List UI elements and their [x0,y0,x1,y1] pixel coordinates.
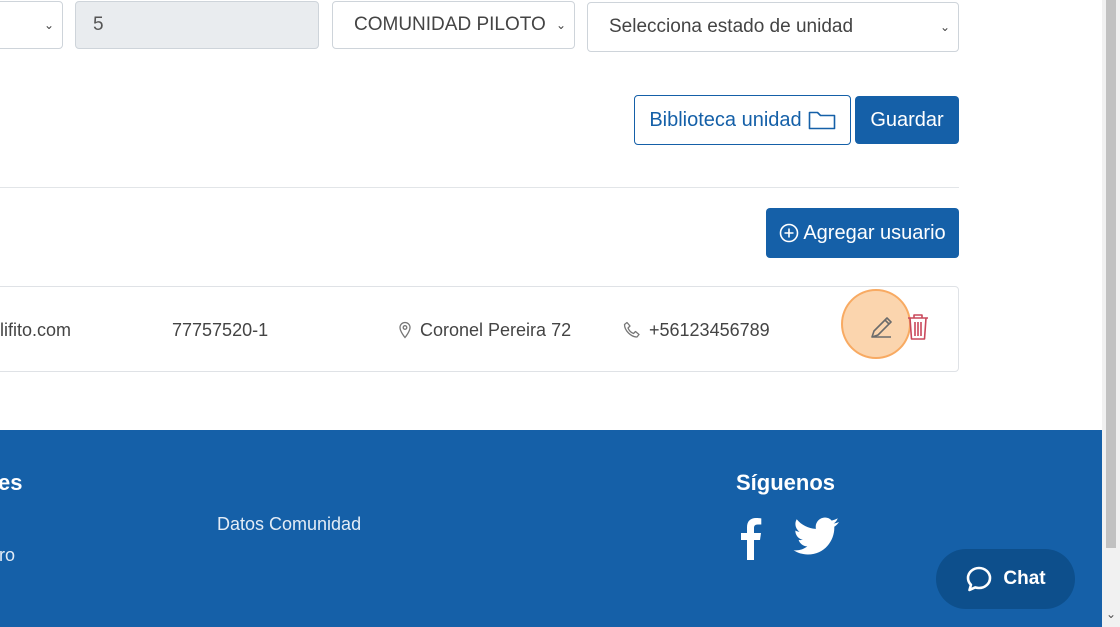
unit-state-select-value: Selecciona estado de unidad [609,16,854,37]
scrollbar-thumb[interactable] [1106,0,1116,548]
section-divider [0,187,959,188]
twitter-icon[interactable] [791,516,841,560]
trash-icon [908,314,928,340]
delete-button[interactable] [905,312,931,342]
chevron-down-icon: ⌄ [555,18,566,32]
chat-bubble-icon [967,566,992,592]
map-pin-icon [399,321,411,339]
user-address: Coronel Pereira 72 [398,318,571,342]
user-rut: 77757520-1 [172,318,268,342]
phone-icon [623,321,640,338]
number-input[interactable] [76,2,318,48]
user-email: lifito.com [0,318,71,342]
plus-circle-icon [780,223,799,243]
community-select-value: COMUNIDAD PILOTO [354,14,546,35]
footer-link-datos-comunidad[interactable]: Datos Comunidad [217,514,361,535]
site-footer: es ro Datos Comunidad Síguenos [0,430,1102,627]
chevron-down-icon: ⌄ [939,20,950,34]
add-user-button[interactable]: Agregar usuario [766,208,959,258]
save-button-label: Guardar [870,108,944,131]
edit-button[interactable] [864,310,898,344]
save-button[interactable]: Guardar [855,96,959,144]
scroll-down-arrow-icon[interactable]: ⌄ [1105,607,1117,621]
add-user-button-label: Agregar usuario [803,221,946,244]
user-rut-text: 77757520-1 [172,319,269,340]
page-scrollbar[interactable]: ⌄ [1102,0,1120,627]
footer-social-heading: Síguenos [736,470,836,495]
library-button-label: Biblioteca unidad [649,108,802,131]
chevron-down-icon: ⌄ [43,18,54,32]
community-select[interactable]: COMUNIDAD PILOTO ⌄ [332,1,575,49]
user-phone: +56123456789 [623,318,770,342]
user-phone-text: +56123456789 [649,319,770,340]
user-email-text: lifito.com [0,319,72,340]
unit-state-select[interactable]: Selecciona estado de unidad ⌄ [587,2,959,52]
folder-icon [808,111,835,130]
facebook-icon[interactable] [736,516,764,560]
library-button[interactable]: Biblioteca unidad [634,95,851,145]
number-field[interactable] [75,1,319,49]
user-address-text: Coronel Pereira 72 [420,319,572,340]
chat-button[interactable]: Chat [936,549,1075,609]
pencil-icon [871,317,892,338]
footer-col1-link[interactable]: ro [0,545,15,566]
footer-col1-heading: es [0,470,23,495]
select-partial[interactable]: ⌄ [0,1,63,49]
chat-button-label: Chat [1003,568,1046,589]
